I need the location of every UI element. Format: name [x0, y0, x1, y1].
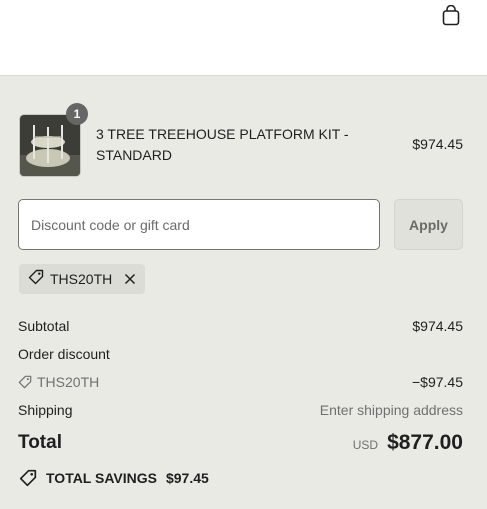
- applied-discount-code: THS20TH: [50, 271, 113, 287]
- subtotal-row: Subtotal $974.45: [18, 316, 463, 336]
- total-amount-group: USD $877.00: [353, 431, 463, 455]
- tag-icon: [28, 269, 44, 290]
- discount-code-row: THS20TH −$97.45: [18, 372, 463, 392]
- header: [0, 0, 487, 76]
- applied-discount-chip: THS20TH: [19, 264, 145, 294]
- discount-amount: −$97.45: [412, 374, 463, 390]
- total-label: Total: [18, 432, 62, 453]
- discount-code-input[interactable]: [18, 199, 380, 250]
- order-discount-row: Order discount: [18, 344, 463, 364]
- remove-discount-button[interactable]: [124, 273, 136, 285]
- line-item: 1 3 TREE TREEHOUSE PLATFORM KIT - STANDA…: [19, 103, 463, 177]
- tag-icon: [18, 375, 32, 389]
- total-savings-row: TOTAL SAVINGS $97.45: [19, 468, 209, 488]
- currency-code: USD: [352, 438, 379, 452]
- subtotal-value: $974.45: [412, 318, 463, 334]
- discount-code-label: THS20TH: [18, 374, 99, 390]
- quantity-badge: 1: [66, 103, 88, 125]
- order-summary: 1 3 TREE TREEHOUSE PLATFORM KIT - STANDA…: [0, 76, 487, 509]
- total-amount: $877.00: [387, 431, 463, 454]
- total-savings-value: $97.45: [165, 470, 209, 486]
- shipping-value: Enter shipping address: [319, 402, 463, 418]
- product-name: 3 TREE TREEHOUSE PLATFORM KIT - STANDARD: [96, 126, 349, 163]
- total-savings-label: TOTAL SAVINGS: [46, 470, 157, 486]
- product-price: $974.45: [412, 136, 463, 152]
- subtotal-label: Subtotal: [18, 318, 70, 334]
- savings-tag-icon: [19, 469, 37, 487]
- total-row: Total USD $877.00: [18, 428, 463, 458]
- close-icon: [124, 273, 136, 285]
- shopping-bag-icon[interactable]: [441, 4, 461, 26]
- discount-code-text: THS20TH: [37, 374, 100, 390]
- shipping-label: Shipping: [18, 402, 73, 418]
- shipping-row: Shipping Enter shipping address: [18, 400, 463, 420]
- discount-form: Apply: [18, 199, 463, 250]
- apply-discount-button[interactable]: Apply: [394, 199, 463, 250]
- order-discount-label: Order discount: [18, 346, 110, 362]
